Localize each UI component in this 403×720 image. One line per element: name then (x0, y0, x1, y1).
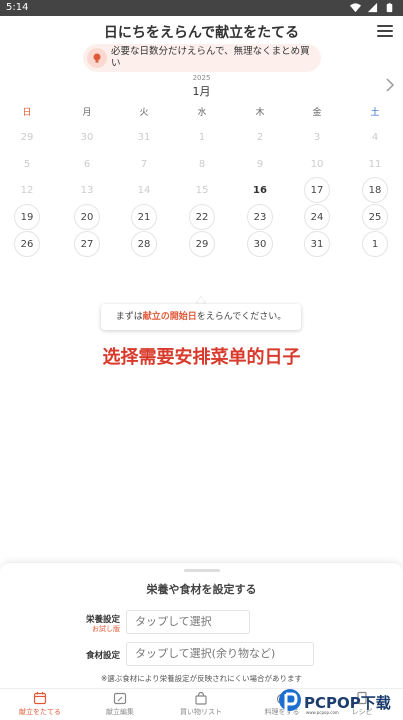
nav-item[interactable]: 献立編集 (80, 691, 160, 720)
sheet-title: 栄養や食材を設定する (146, 583, 257, 596)
tooltip-highlight: 献立の開始日 (142, 312, 197, 322)
calendar-day[interactable]: 23 (247, 204, 273, 230)
calendar-day[interactable]: 31 (304, 231, 330, 257)
calendar-day: 29 (20, 131, 34, 143)
calendar-day[interactable]: 30 (247, 231, 273, 257)
pcpop-watermark: PCPOP下载 www.pcpop.com (278, 686, 402, 720)
status-time: 5:14 (6, 2, 29, 13)
calendar-day: 15 (195, 184, 209, 196)
calendar-day: 3 (313, 131, 321, 143)
calendar-day: 8 (198, 158, 206, 170)
calendar-day[interactable]: 18 (362, 177, 388, 203)
tip-text: 必要な日数分だけえらんで、無理なくまとめ買い (111, 46, 310, 69)
tooltip-prefix: まずは (115, 312, 143, 322)
weekday-label: 水 (197, 108, 207, 118)
calendar-day[interactable]: 28 (131, 231, 157, 257)
calendar-day[interactable]: 24 (304, 204, 330, 230)
tooltip-caret-icon (196, 296, 206, 304)
nav-item[interactable]: 献立をたてる (0, 691, 80, 720)
lightbulb-icon (87, 48, 107, 68)
edit-calendar-icon (113, 692, 127, 705)
settings-sheet: 栄養や食材を設定する 栄養設定 お試し版 タップして選択 食材設定 タップして選… (0, 562, 403, 692)
ingredient-select[interactable]: タップして選択(余り物など) (126, 642, 314, 666)
calendar-day[interactable]: 25 (362, 204, 388, 230)
page-title: 日にちをえらんで献立をたてる (103, 25, 300, 41)
nutrition-select[interactable]: タップして選択 (126, 610, 250, 634)
calendar-day[interactable]: 20 (74, 204, 100, 230)
tip-banner: 必要な日数分だけえらんで、無理なくまとめ買い (83, 44, 321, 72)
nav-item-label: 買い物リスト (180, 708, 222, 716)
calendar-day: 10 (310, 158, 324, 170)
watermark-subtext: www.pcpop.com (306, 710, 339, 715)
wifi-icon (350, 3, 361, 13)
weekday-label: 木 (255, 108, 265, 118)
battery-icon (386, 2, 393, 13)
weekday-label: 月 (82, 108, 92, 118)
calendar-grid: 29 30 31 1 2 3 4 5 6 7 8 9 10 11 12 13 14 15 16 17 18 19 20 21 2… (0, 124, 403, 264)
calendar-day[interactable]: 29 (189, 231, 215, 257)
calendar-day[interactable]: 21 (131, 204, 157, 230)
calendar-day: 7 (140, 158, 148, 170)
overlay-caption: 选择需要安排菜单的日子 (102, 347, 301, 368)
calendar-day: 30 (80, 131, 94, 143)
calendar-day[interactable]: 22 (189, 204, 215, 230)
weekday-row: 日月火水木金土 (0, 105, 403, 119)
calendar-day[interactable]: 17 (304, 177, 330, 203)
weekday-label: 金 (312, 108, 322, 118)
calendar-month: 1月 (192, 85, 211, 98)
calendar-day[interactable]: 16 (247, 177, 273, 203)
status-bar: 5:14 (0, 0, 403, 16)
sheet-drag-handle[interactable] (184, 569, 220, 572)
calendar-day: 4 (371, 131, 379, 143)
pcpop-logo-icon (279, 689, 301, 712)
weekday-label: 土 (370, 108, 380, 118)
calendar-day[interactable]: 26 (14, 231, 40, 257)
sheet-note: ※選ぶ食材により栄養設定が反映されにくい場合があります (101, 674, 302, 683)
weekday-label: 火 (139, 108, 149, 118)
calendar-day[interactable]: 27 (74, 231, 100, 257)
calendar-day: 11 (368, 158, 382, 170)
ingredient-label: 食材設定 (85, 651, 120, 661)
calendar-day: 1 (198, 131, 206, 143)
status-icons (350, 2, 395, 13)
calendar-day[interactable]: 19 (14, 204, 40, 230)
calendar-icon (33, 692, 47, 705)
tooltip-suffix: をえらんでください。 (196, 312, 287, 322)
screen: 5:14 日にちをえらんで献立をたてる 必要な日数分だけえらんで、無理なくまとめ… (0, 0, 403, 720)
calendar-day: 5 (23, 158, 31, 170)
signal-icon (367, 2, 378, 13)
start-date-tooltip: まずは献立の開始日をえらんでください。 (101, 304, 301, 330)
nav-item-label: 献立編集 (106, 708, 134, 716)
calendar-day[interactable]: 1 (362, 231, 388, 257)
nav-item[interactable]: 買い物リスト (161, 691, 241, 720)
calendar-day: 31 (137, 131, 151, 143)
hamburger-menu-icon[interactable] (377, 25, 393, 37)
calendar-day: 12 (20, 184, 34, 196)
calendar-day: 6 (83, 158, 91, 170)
nav-item-label: 献立をたてる (19, 708, 61, 716)
weekday-label: 日 (22, 108, 32, 118)
calendar-day: 9 (256, 158, 264, 170)
calendar-day: 2 (256, 131, 264, 143)
nutrition-trial-badge: お試し版 (92, 625, 120, 633)
calendar-year: 2025 (192, 74, 211, 82)
shopping-bag-icon (195, 691, 207, 705)
calendar-day: 13 (80, 184, 94, 196)
chevron-right-icon[interactable] (385, 78, 395, 92)
calendar-day: 14 (137, 184, 151, 196)
